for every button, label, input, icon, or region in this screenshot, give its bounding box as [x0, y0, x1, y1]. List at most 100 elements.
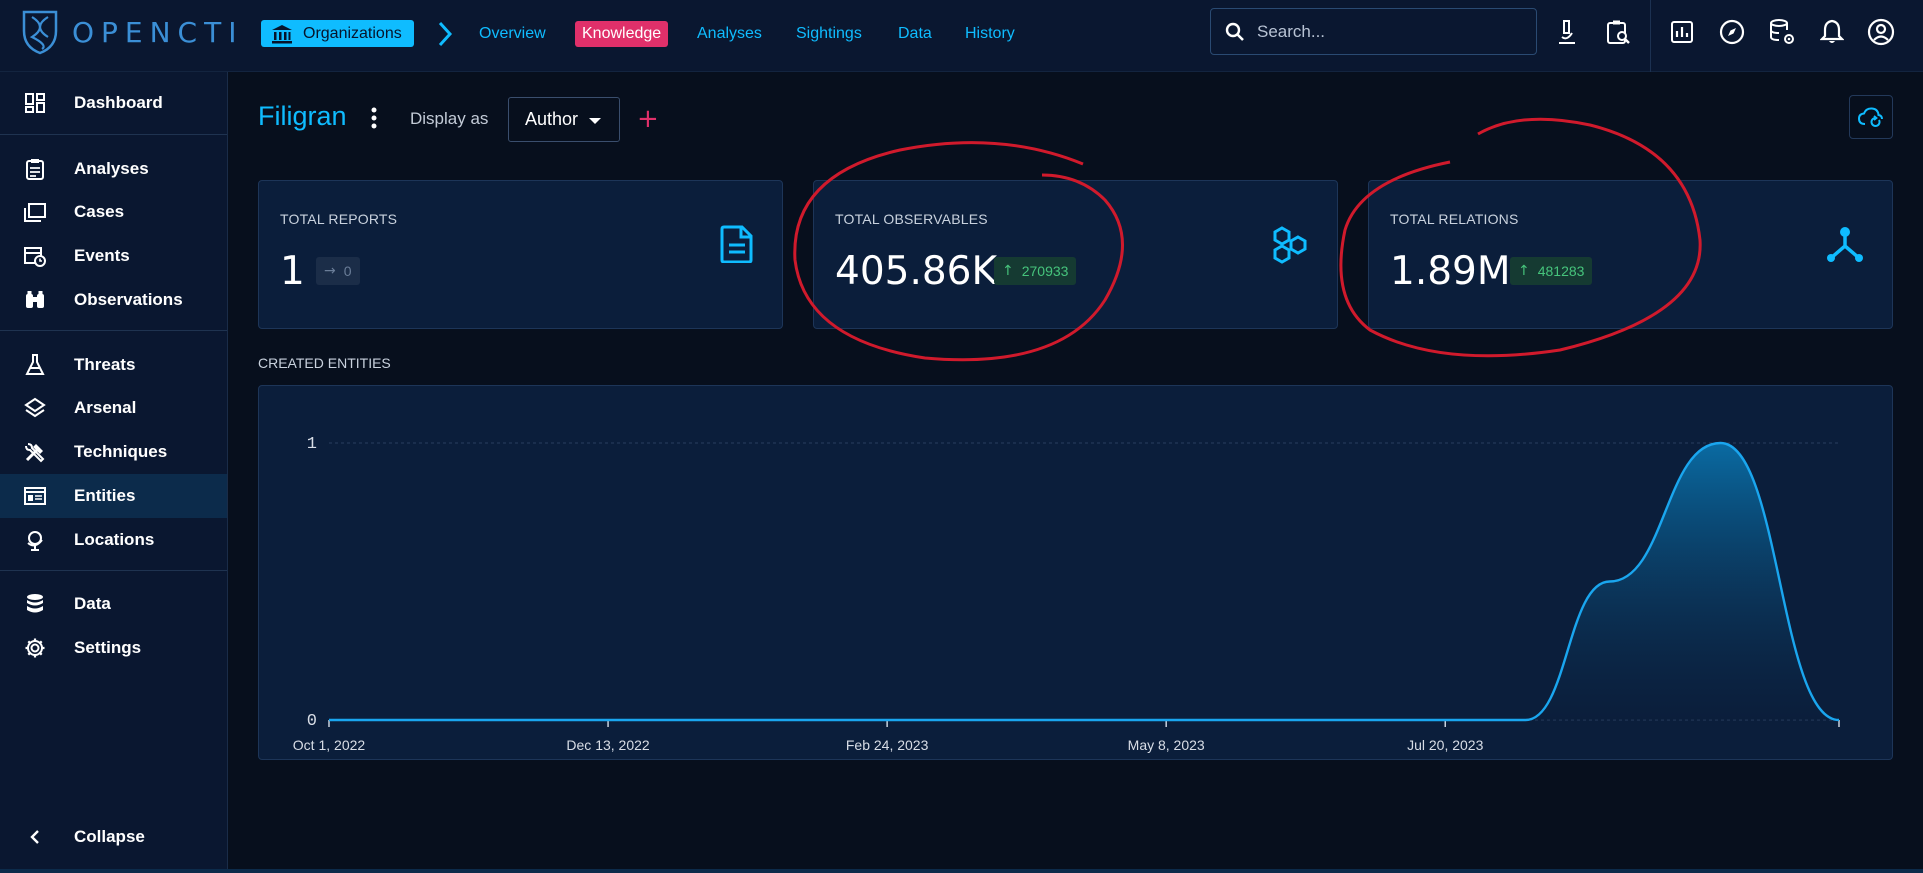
x-tick-label: Feb 24, 2023	[846, 737, 929, 753]
sidebar-item-arsenal[interactable]: Arsenal	[0, 386, 227, 430]
sidebar-collapse-button[interactable]: Collapse	[0, 815, 227, 859]
microscope-icon[interactable]	[1553, 18, 1581, 46]
search-input[interactable]	[1257, 21, 1517, 42]
arrow-up-icon: ↑	[1002, 263, 1014, 279]
sidebar-divider	[0, 570, 227, 571]
sidebar-item-label: Events	[74, 246, 130, 265]
cases-icon	[24, 201, 46, 223]
add-icon[interactable]: +	[637, 104, 659, 134]
explore-compass-icon[interactable]	[1718, 18, 1746, 46]
entities-icon	[24, 485, 46, 507]
sidebar-divider	[0, 134, 227, 135]
dashboard-chart-icon[interactable]	[1668, 18, 1696, 46]
x-tick-label: Dec 13, 2022	[566, 737, 649, 753]
analyses-icon	[24, 158, 46, 180]
tab-analyses[interactable]: Analyses	[697, 21, 762, 47]
more-options-icon[interactable]	[370, 106, 378, 130]
cloud-refresh-icon	[1858, 107, 1884, 127]
tab-overview[interactable]: Overview	[479, 21, 546, 47]
binoculars-icon	[24, 289, 46, 311]
sidebar-item-data[interactable]: Data	[0, 582, 227, 626]
sidebar-item-label: Dashboard	[74, 93, 163, 112]
sidebar-item-analyses[interactable]: Analyses	[0, 147, 227, 191]
tab-history[interactable]: History	[965, 21, 1015, 47]
sidebar-item-label: Analyses	[74, 159, 149, 178]
search-icon	[1225, 22, 1245, 42]
report-document-icon	[720, 225, 754, 263]
display-as-label: Display as	[410, 109, 489, 128]
sidebar-item-locations[interactable]: Locations	[0, 518, 227, 562]
card-value: 1.89M	[1390, 249, 1511, 294]
sidebar-item-threats[interactable]: Threats	[0, 343, 227, 387]
sidebar-item-label: Locations	[74, 530, 155, 549]
arrow-up-icon: ↑	[1518, 263, 1530, 279]
card-value: 405.86K	[835, 249, 998, 294]
brand-name: OPENCTI	[72, 15, 244, 49]
card-title: TOTAL REPORTS	[280, 211, 398, 227]
sidebar-item-label: Observations	[74, 290, 183, 309]
chevron-right-icon	[436, 20, 454, 48]
opencti-logo-icon	[20, 9, 60, 55]
chevron-down-icon	[589, 118, 601, 124]
x-tick-label: Oct 1, 2022	[293, 737, 366, 753]
database-settings-icon[interactable]	[1768, 18, 1796, 46]
sidebar-item-cases[interactable]: Cases	[0, 190, 227, 234]
y-tick-label: 1	[307, 435, 317, 454]
arsenal-layers-icon	[24, 397, 46, 419]
sidebar-item-dashboard[interactable]: Dashboard	[0, 81, 227, 125]
delta-value: 481283	[1537, 263, 1585, 279]
delta-badge: ↑ 481283	[1510, 257, 1593, 285]
total-observables-card: TOTAL OBSERVABLES 405.86K ↑ 270933	[813, 180, 1338, 329]
enrichment-button[interactable]	[1849, 95, 1893, 139]
app-logo[interactable]: OPENCTI	[20, 9, 243, 55]
sidebar-item-label: Arsenal	[74, 398, 137, 417]
breadcrumb-organizations[interactable]: Organizations	[261, 20, 414, 47]
sidebar-item-label: Threats	[74, 355, 136, 374]
search-box[interactable]	[1210, 8, 1537, 55]
total-reports-card: TOTAL REPORTS 1 → 0	[258, 180, 783, 329]
dashboard-icon	[24, 92, 46, 114]
delta-value: 0	[343, 263, 352, 279]
clipboard-search-icon[interactable]	[1604, 18, 1632, 46]
topbar-divider	[1650, 0, 1651, 72]
delta-badge: ↑ 270933	[994, 257, 1077, 285]
display-as-select[interactable]: Author	[508, 97, 620, 142]
sidebar-item-events[interactable]: Events	[0, 234, 227, 278]
relations-graph-icon	[1826, 225, 1864, 263]
threats-flask-icon	[24, 354, 46, 376]
tab-sightings[interactable]: Sightings	[796, 21, 862, 47]
sidebar-item-entities[interactable]: Entities	[0, 474, 227, 518]
x-tick-label: Jul 20, 2023	[1407, 737, 1483, 753]
data-database-icon	[24, 593, 46, 615]
sidebar-item-label: Cases	[74, 202, 125, 221]
sidebar-item-label: Data	[74, 594, 111, 613]
sidebar-item-label: Settings	[74, 638, 142, 657]
tab-knowledge[interactable]: Knowledge	[575, 21, 669, 47]
sidebar-item-techniques[interactable]: Techniques	[0, 430, 227, 474]
x-tick-label: May 8, 2023	[1128, 737, 1205, 753]
total-relations-card: TOTAL RELATIONS 1.89M ↑ 481283	[1368, 180, 1893, 329]
created-entities-chart-svg: 0 1 Oct 1, 2022 Dec 13, 2022 Feb 24, 2023 May…	[293, 435, 1840, 753]
delta-badge: → 0	[316, 257, 360, 285]
arrow-right-icon: →	[324, 263, 336, 279]
card-title: TOTAL RELATIONS	[1390, 211, 1519, 227]
organization-building-icon	[271, 24, 293, 44]
observables-hexagons-icon	[1271, 225, 1309, 265]
locations-globe-icon	[24, 529, 46, 551]
sidebar-item-settings[interactable]: Settings	[0, 626, 227, 670]
top-bar: OPENCTI Organizations Overview Knowledge…	[0, 0, 1923, 72]
bottom-border	[0, 869, 1923, 873]
tab-data[interactable]: Data	[898, 21, 932, 47]
notifications-bell-icon[interactable]	[1818, 18, 1846, 46]
card-value: 1	[280, 249, 305, 294]
delta-value: 270933	[1021, 263, 1069, 279]
account-icon[interactable]	[1867, 18, 1895, 46]
chevron-left-icon	[24, 826, 46, 848]
events-icon	[24, 245, 46, 267]
created-entities-label: CREATED ENTITIES	[258, 355, 391, 371]
sidebar-item-observations[interactable]: Observations	[0, 278, 227, 322]
breadcrumb-label: Organizations	[303, 24, 402, 42]
card-title: TOTAL OBSERVABLES	[835, 211, 988, 227]
techniques-tools-icon	[24, 441, 46, 463]
created-entities-chart: 0 1 Oct 1, 2022 Dec 13, 2022 Feb 24, 2023 May…	[258, 385, 1893, 760]
